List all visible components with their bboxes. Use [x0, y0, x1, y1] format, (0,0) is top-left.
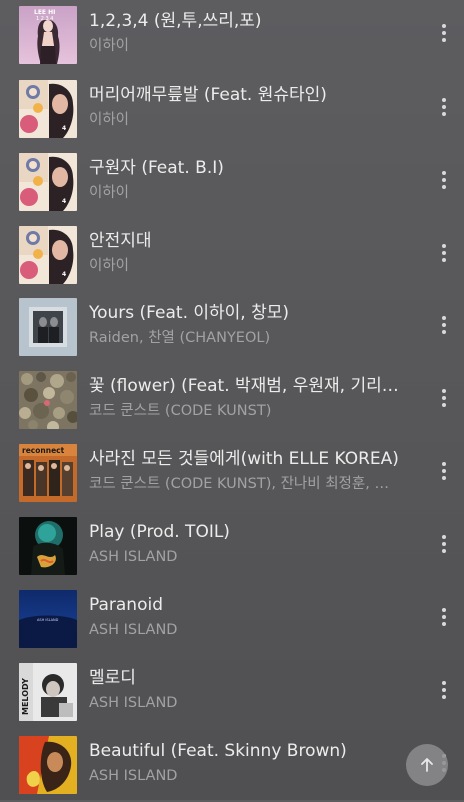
- song-title: 구원자 (Feat. B.I): [89, 158, 224, 178]
- song-row[interactable]: 4 구원자 (Feat. B.I) 이하이: [0, 147, 464, 219]
- song-artist: 이하이: [89, 112, 130, 128]
- song-title: Play (Prod. TOIL): [89, 522, 230, 542]
- song-artist: ASH ISLAND: [89, 768, 178, 784]
- album-art-lee-hi-4only[interactable]: 4: [19, 80, 77, 138]
- song-row[interactable]: Yours (Feat. 이하이, 창모) Raiden, 찬열 (CHANYE…: [0, 292, 464, 364]
- more-options-icon[interactable]: [434, 18, 454, 48]
- song-artist: 코드 쿤스트 (CODE KUNST): [89, 403, 272, 419]
- song-row[interactable]: LEE HI 1 2 3 4 1,2,3,4 (원,투,쓰리,포) 이하이: [0, 0, 464, 72]
- song-artist: 이하이: [89, 258, 130, 274]
- song-row[interactable]: Play (Prod. TOIL) ASH ISLAND: [0, 511, 464, 583]
- song-artist: ASH ISLAND: [89, 622, 178, 638]
- album-art-lettering: 1 2 3 4: [36, 16, 54, 22]
- song-artist: 이하이: [89, 38, 130, 54]
- song-row[interactable]: reconnect 사라진 모든 것들에게(with ELLE KOREA) 코…: [0, 438, 464, 510]
- song-row[interactable]: Beautiful (Feat. Skinny Brown) ASH ISLAN…: [0, 730, 464, 802]
- more-options-icon[interactable]: [434, 675, 454, 705]
- song-artist: 코드 쿤스트 (CODE KUNST), 잔나비 최정훈, 10CM: [89, 476, 393, 492]
- more-options-icon[interactable]: [434, 92, 454, 122]
- more-options-icon[interactable]: [434, 456, 454, 486]
- more-options-icon[interactable]: [434, 529, 454, 559]
- album-art-yours[interactable]: [19, 298, 77, 356]
- song-row[interactable]: MELODY 멜로디 ASH ISLAND: [0, 657, 464, 729]
- album-art-lee-hi-4only[interactable]: 4: [19, 153, 77, 211]
- song-title: 안전지대: [89, 231, 152, 251]
- song-title: 꽃 (flower) (Feat. 박재범, 우원재, 기리보이): [89, 376, 411, 396]
- album-art-lettering: MELODY: [21, 678, 30, 715]
- song-artist: Raiden, 찬열 (CHANYEOL): [89, 330, 271, 346]
- song-artist: ASH ISLAND: [89, 695, 178, 711]
- album-art-lettering: reconnect: [22, 446, 65, 455]
- song-title: Paranoid: [89, 595, 164, 615]
- song-title: 멜로디: [89, 668, 136, 688]
- svg-text:4: 4: [62, 198, 66, 205]
- song-title: Beautiful (Feat. Skinny Brown): [89, 741, 347, 761]
- more-options-icon[interactable]: [434, 165, 454, 195]
- album-art-melody[interactable]: MELODY: [19, 663, 77, 721]
- more-options-icon[interactable]: [434, 383, 454, 413]
- album-art-play[interactable]: [19, 517, 77, 575]
- svg-text:4: 4: [62, 125, 66, 132]
- album-art-lettering: ASH ISLAND: [37, 618, 59, 622]
- song-title: 사라진 모든 것들에게(with ELLE KOREA): [89, 449, 399, 469]
- song-row[interactable]: 4 머리어깨무릎발 (Feat. 원슈타인) 이하이: [0, 74, 464, 146]
- song-title: 머리어깨무릎발 (Feat. 원슈타인): [89, 85, 327, 105]
- album-art-paranoid[interactable]: ASH ISLAND: [19, 590, 77, 648]
- song-row[interactable]: 꽃 (flower) (Feat. 박재범, 우원재, 기리보이) 코드 쿤스트…: [0, 365, 464, 437]
- album-art-flower[interactable]: [19, 371, 77, 429]
- song-row[interactable]: 4 안전지대 이하이: [0, 220, 464, 292]
- more-options-icon[interactable]: [434, 310, 454, 340]
- song-row[interactable]: ASH ISLAND Paranoid ASH ISLAND: [0, 584, 464, 656]
- album-art-lee-hi-4only[interactable]: 4: [19, 226, 77, 284]
- song-artist: 이하이: [89, 185, 130, 201]
- song-title: Yours (Feat. 이하이, 창모): [89, 303, 290, 323]
- more-options-icon[interactable]: [434, 602, 454, 632]
- song-title: 1,2,3,4 (원,투,쓰리,포): [89, 11, 262, 31]
- album-art-lee-hi-1234[interactable]: LEE HI 1 2 3 4: [19, 6, 77, 64]
- album-art-reconnect[interactable]: reconnect: [19, 444, 77, 502]
- album-art-beautiful[interactable]: [19, 736, 77, 794]
- svg-text:4: 4: [62, 271, 66, 278]
- song-artist: ASH ISLAND: [89, 549, 178, 565]
- arrow-up-icon: [421, 758, 433, 772]
- more-options-icon[interactable]: [434, 238, 454, 268]
- scroll-to-top-button[interactable]: [406, 744, 448, 786]
- album-art-lettering: LEE HI: [34, 9, 55, 16]
